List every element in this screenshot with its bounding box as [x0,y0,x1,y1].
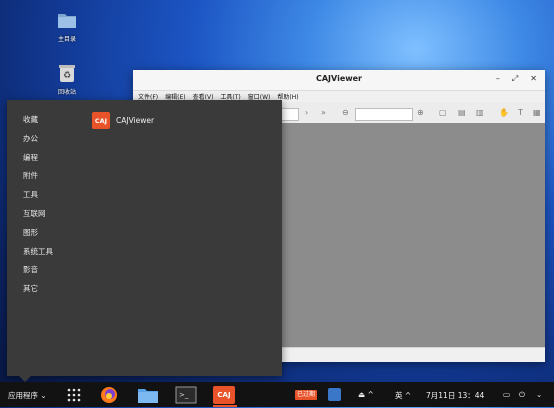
maximize-button[interactable]: ⤢ [512,74,518,84]
svg-text:♻: ♻ [63,71,71,81]
close-button[interactable]: ✕ [530,74,537,84]
desktop-icon-trash[interactable]: ♻ 回收站 [47,63,87,96]
desktop-icon-label: 主目录 [57,36,76,43]
text-select-icon[interactable]: T [518,108,523,117]
category-internet[interactable]: 互联网 [23,208,46,219]
chevron-down-icon: ⌄ [40,391,47,400]
hand-tool-icon[interactable]: ✋ [499,108,509,117]
category-accessories[interactable]: 附件 [23,170,38,181]
notification-icon[interactable]: ▭ [503,390,510,399]
zoom-in-icon[interactable]: ⊕ [417,108,424,117]
category-graphics[interactable]: 图形 [23,227,38,238]
minimize-button[interactable]: – [496,74,500,84]
folder-icon [56,10,78,30]
cajviewer-logo-icon: CAJ [92,112,110,129]
snapshot-icon[interactable]: ▦ [533,108,541,117]
firefox-icon[interactable] [99,386,119,404]
clock[interactable]: 7月11日 13：44 [426,390,484,401]
file-manager-icon[interactable] [137,386,159,404]
app-entry-label: CAJViewer [116,116,155,125]
category-programming[interactable]: 编程 [23,152,38,163]
zoom-input[interactable] [355,108,413,121]
window-titlebar[interactable]: CAJViewer – ⤢ ✕ [133,70,545,91]
chevron-up-icon: ^ [404,391,412,400]
eject-icon[interactable]: ⏏ ^ [358,390,374,399]
desktop-icon-home[interactable]: 主目录 [47,10,87,43]
tray-badge-label: 已过期 [297,391,316,398]
terminal-icon[interactable]: >_ [175,386,197,404]
fit-width-icon[interactable]: ▤ [458,108,466,117]
app-entry-cajviewer[interactable]: CAJ CAJViewer [92,112,154,129]
category-office[interactable]: 办公 [23,133,38,144]
taskbar: 应用程序 ⌄ >_ CAJ 已过期 ⏏ ^ 英 ^ 7月11日 13：44 ▭ … [0,382,554,407]
fit-page-icon[interactable]: ▢ [439,108,447,117]
applications-menu-button[interactable]: 应用程序 ⌄ [8,390,47,401]
desktop-icon-label: 回收站 [57,89,76,96]
svg-text:>_: >_ [179,391,189,399]
window-title: CAJViewer [315,74,363,83]
category-favorites[interactable]: 收藏 [23,114,38,125]
trash-icon: ♻ [56,63,78,83]
shield-icon[interactable] [328,388,341,401]
last-page-icon[interactable]: » [321,108,326,117]
page-number-input[interactable] [281,108,299,121]
category-system-tools[interactable]: 系统工具 [23,246,53,257]
applications-menu-label: 应用程序 [8,391,38,400]
zoom-out-icon[interactable]: ⊖ [342,108,349,117]
category-other[interactable]: 其它 [23,283,38,294]
power-icon[interactable]: ⏻ [519,390,525,400]
bookmark-icon[interactable]: ▥ [476,108,484,117]
next-page-icon[interactable]: › [305,108,308,117]
tray-badge[interactable]: 已过期 [295,390,318,400]
category-tools[interactable]: 工具 [23,189,38,200]
applications-menu: 收藏 办公 编程 附件 工具 互联网 图形 系统工具 影音 其它 CAJ CAJ… [7,100,282,376]
category-multimedia[interactable]: 影音 [23,264,38,275]
cajviewer-taskbar-icon[interactable]: CAJ [213,386,237,404]
ime-label: 英 [395,391,403,400]
apps-grid-icon[interactable] [66,386,82,404]
ime-indicator[interactable]: 英 ^ [395,390,411,401]
cajviewer-logo-icon: CAJ [213,386,235,404]
chevron-down-icon[interactable]: ⌄ [536,390,542,399]
